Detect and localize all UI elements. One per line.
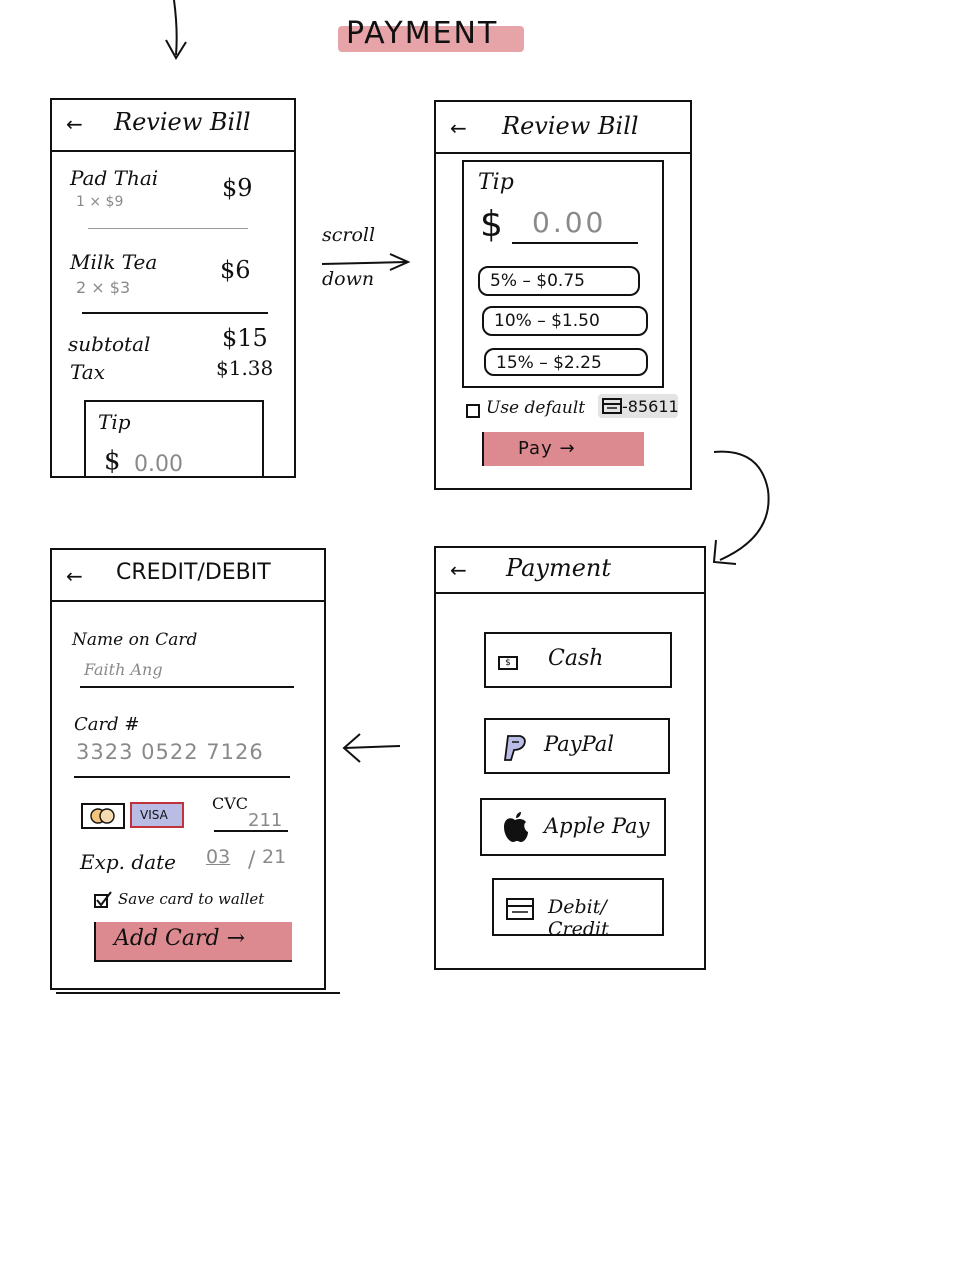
name-underline: [80, 686, 294, 688]
screen2-header: ← Review Bill: [436, 102, 690, 154]
item-qty: 2 × $3: [76, 278, 131, 297]
add-card-label: Add Card →: [114, 926, 246, 951]
exp-separator: /: [248, 848, 256, 873]
visa-badge: VISA: [130, 802, 184, 828]
screen4-header: ← CREDIT/DEBIT: [52, 550, 324, 602]
payment-option-cash[interactable]: $ Cash: [484, 632, 672, 688]
page-title: PAYMENT: [346, 16, 499, 51]
paypal-icon: [503, 735, 526, 761]
tip-dollar: $: [104, 446, 121, 476]
item-name: Pad Thai: [70, 166, 159, 190]
screen1-header: ← Review Bill: [52, 100, 294, 152]
tip-option-10[interactable]: 10% – $1.50: [482, 306, 648, 336]
tip-input-underline: [512, 242, 638, 244]
payment-option-label: Cash: [548, 646, 604, 671]
exp-date-label: Exp. date: [80, 850, 176, 874]
card-icon: [602, 398, 622, 414]
payment-option-apple-pay[interactable]: Apple Pay: [480, 798, 666, 856]
scroll-text: scroll: [322, 224, 376, 246]
screen4-title: CREDIT/DEBIT: [116, 560, 271, 585]
flow-arrow-icon: [712, 450, 770, 565]
name-on-card-input[interactable]: Faith Ang: [84, 660, 163, 679]
payment-option-label: Debit/ Credit: [548, 896, 609, 940]
divider: [88, 228, 248, 229]
checkmark-icon: [96, 891, 112, 907]
apple-icon: [504, 812, 528, 842]
tip-option-15[interactable]: 15% – $2.25: [484, 348, 648, 376]
review-bill-screen-2: ← Review Bill Tip $ 0.00 5% – $0.75 10% …: [434, 100, 692, 490]
subtotal-label: subtotal: [68, 332, 151, 356]
cvc-input[interactable]: 211: [248, 810, 282, 831]
tip-option-5[interactable]: 5% – $0.75: [478, 266, 640, 296]
tip-label: Tip: [478, 170, 514, 195]
screen1-title: Review Bill: [114, 108, 251, 136]
tax-value: $1.38: [216, 356, 274, 380]
card-number-underline: [74, 776, 290, 778]
exp-year[interactable]: 21: [262, 846, 286, 868]
down-text: down: [322, 268, 375, 290]
tip-input-placeholder[interactable]: 0.00: [532, 206, 606, 239]
back-arrow-icon[interactable]: ←: [66, 564, 83, 588]
cvc-underline: [214, 830, 288, 832]
dollar-sign: $: [480, 204, 503, 245]
tip-label: Tip: [98, 410, 131, 434]
use-default-checkbox[interactable]: [466, 404, 480, 418]
card-number-input[interactable]: 3323 0522 7126: [76, 740, 264, 764]
credit-debit-screen: ← CREDIT/DEBIT Name on Card Faith Ang Ca…: [50, 548, 326, 990]
mastercard-icon: [81, 803, 125, 829]
card-number-label: Card #: [74, 714, 140, 735]
screen2-title: Review Bill: [502, 112, 639, 140]
pay-label: Pay →: [518, 438, 576, 459]
screen3-header: ← Payment: [436, 548, 704, 594]
item-qty: 1 × $9: [76, 194, 124, 210]
tip-box[interactable]: Tip $ 0.00: [84, 400, 264, 478]
left-arrow-icon: [342, 733, 401, 763]
review-bill-screen-1: ← Review Bill Pad Thai 1 × $9 $9 Milk Te…: [50, 98, 296, 478]
divider: [82, 312, 268, 314]
cvc-label: CVC: [212, 794, 249, 813]
add-card-button[interactable]: Add Card →: [94, 922, 292, 962]
screen3-title: Payment: [506, 554, 611, 582]
entry-arrow-icon: [165, 0, 187, 60]
back-arrow-icon[interactable]: ←: [450, 558, 467, 582]
payment-option-label: Apple Pay: [544, 814, 650, 838]
tax-label: Tax: [70, 360, 105, 384]
payment-option-paypal[interactable]: PayPal: [484, 718, 670, 774]
default-card-number: -85611: [622, 397, 679, 416]
item-name: Milk Tea: [70, 250, 158, 274]
payment-option-debit-credit[interactable]: Debit/ Credit: [492, 878, 664, 940]
tip-panel: Tip $ 0.00 5% – $0.75 10% – $1.50 15% – …: [462, 160, 664, 388]
use-default-label: Use default: [486, 398, 586, 418]
payment-option-label: PayPal: [544, 732, 614, 756]
exp-month[interactable]: 03: [206, 846, 230, 868]
cash-icon: $: [498, 656, 518, 670]
back-arrow-icon[interactable]: ←: [66, 112, 83, 136]
card-icon: [506, 898, 534, 920]
item-price: $6: [220, 256, 251, 284]
pay-button[interactable]: Pay →: [482, 432, 644, 466]
visa-label: VISA: [140, 808, 168, 822]
payment-screen: ← Payment $ Cash PayPal Apple Pay Debit/…: [434, 546, 706, 970]
tip-placeholder: 0.00: [134, 452, 183, 477]
screen4-bottom-line: [56, 992, 340, 994]
name-on-card-label: Name on Card: [72, 630, 198, 650]
back-arrow-icon[interactable]: ←: [450, 116, 467, 140]
save-card-label: Save card to wallet: [118, 890, 265, 908]
item-price: $9: [222, 174, 253, 202]
subtotal-value: $15: [222, 324, 268, 352]
